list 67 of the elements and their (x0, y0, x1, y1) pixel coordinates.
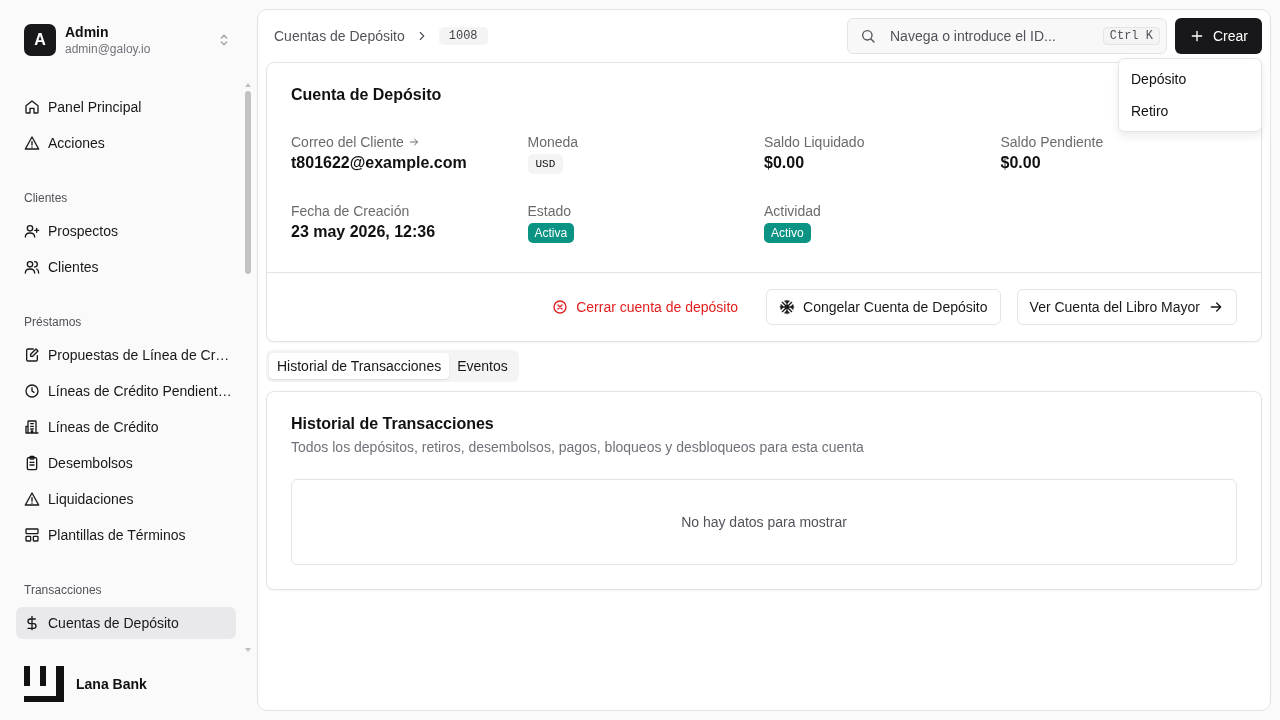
sidebar-item[interactable]: Propuestas de Línea de Cr… (16, 339, 236, 371)
field-value: $0.00 (764, 154, 805, 172)
sidebar-item[interactable]: Desembolsos (16, 447, 236, 479)
currency-tag: USD (527, 154, 564, 174)
account-switcher[interactable]: A Admin admin@galoy.io (16, 16, 240, 64)
search-field[interactable]: Navega o introduce el ID... (888, 27, 1091, 45)
card-title: Cuenta de Depósito (291, 86, 442, 104)
warning-icon (24, 491, 40, 507)
tab[interactable]: Eventos (449, 353, 516, 379)
sidebar-item[interactable]: Cuentas de Depósito (16, 607, 236, 639)
field-label: Moneda (527, 134, 579, 150)
plus-icon (1189, 28, 1205, 44)
home-icon (24, 99, 40, 115)
card-title: Historial de Transacciones (291, 415, 494, 433)
status-badge: Activa (527, 223, 575, 243)
tab[interactable]: Historial de Transacciones (269, 353, 450, 379)
field-value: 23 may 2026, 12:36 (291, 223, 436, 241)
users-icon (24, 259, 40, 275)
field-label: Actividad (764, 203, 821, 219)
field-label: Estado (527, 203, 572, 219)
building-icon (24, 419, 40, 435)
create-button[interactable]: Crear (1175, 18, 1262, 54)
edit-icon (24, 347, 40, 363)
clipboard-icon (24, 455, 40, 471)
sidebar-item[interactable]: Líneas de Crédito Pendient… (16, 375, 236, 407)
sidebar-item[interactable]: Prospectos (16, 215, 236, 247)
shortcut-key: Ctrl K (1102, 27, 1160, 45)
layout-icon (24, 527, 40, 543)
dollar-icon (24, 615, 40, 631)
ledger-button[interactable]: Ver Cuenta del Libro Mayor (1016, 289, 1237, 325)
field-value: t801622@example.com (291, 154, 467, 172)
status-badge: Activo (764, 223, 811, 243)
avatar: A (24, 24, 56, 56)
sidebar-item[interactable]: Panel Principal (16, 91, 236, 123)
user-plus-icon (24, 223, 40, 239)
user-email: admin@galoy.io (65, 42, 152, 56)
warning-icon (24, 135, 40, 151)
clock-icon (24, 383, 40, 399)
breadcrumb-link[interactable]: Cuentas de Depósito (274, 28, 405, 44)
sidebar-item[interactable]: Clientes (16, 251, 236, 283)
sidebar-item[interactable]: Acciones (16, 127, 236, 159)
field-label: Saldo Liquidado (764, 134, 865, 150)
section-heading: Transacciones (23, 582, 103, 599)
sidebar-item[interactable]: Liquidaciones (16, 483, 236, 515)
search-bar[interactable]: Navega o introduce el ID... Ctrl K (847, 18, 1167, 54)
section-heading: Clientes (23, 190, 69, 207)
field-value: $0.00 (1000, 154, 1041, 172)
arrow-right-icon (407, 136, 420, 148)
freeze-button[interactable]: Congelar Cuenta de Depósito (766, 289, 1001, 325)
logo-icon (24, 666, 64, 702)
id-tag: 1008 (438, 27, 488, 45)
sidebar-item[interactable]: Plantillas de Términos (16, 519, 236, 551)
user-name: Admin (65, 24, 110, 40)
card-description: Todos los depósitos, retiros, desembolsos, pagos, bloqueos y desbloqueos para esta cuenta (291, 439, 865, 455)
arrow-right-icon (1208, 299, 1224, 315)
menu-item[interactable]: Retiro (1123, 95, 1257, 127)
search-icon (860, 28, 876, 44)
field-label: Saldo Pendiente (1000, 134, 1104, 150)
sidebar-item[interactable]: Líneas de Crédito (16, 411, 236, 443)
menu-item[interactable]: Depósito (1123, 63, 1257, 95)
brand-name: Lana Bank (76, 676, 147, 692)
field-label: Fecha de Creación (291, 203, 410, 219)
section-heading: Préstamos (23, 314, 83, 331)
x-circle-icon (552, 299, 569, 315)
empty-message: No hay datos para mostrar (681, 514, 847, 530)
field-link[interactable]: Correo del Cliente (291, 134, 420, 150)
snowflake-icon (779, 299, 796, 315)
